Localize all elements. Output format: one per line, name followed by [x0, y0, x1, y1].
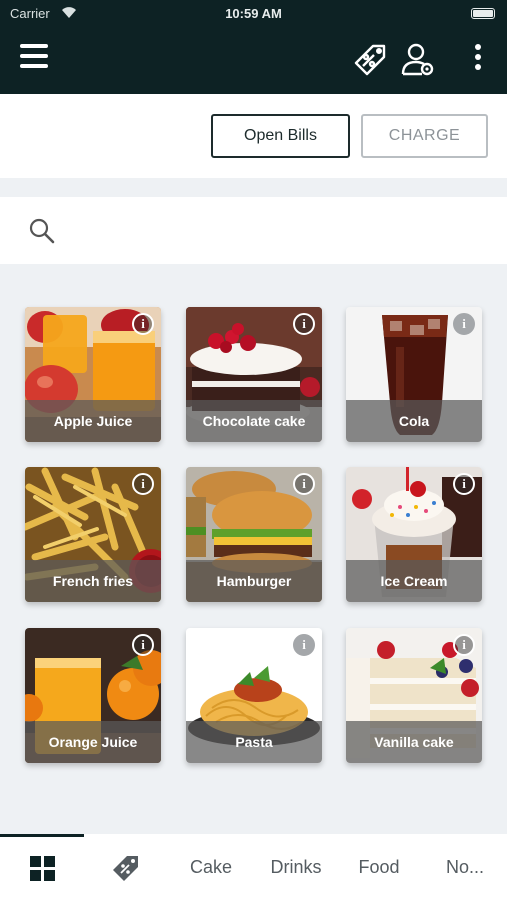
- status-bar: Carrier 10:59 AM: [0, 4, 507, 24]
- action-bar: Open Bills CHARGE: [0, 94, 507, 178]
- product-tile-apple-juice[interactable]: i Apple Juice: [25, 307, 161, 442]
- product-name: French fries: [25, 560, 161, 602]
- search-bar: [0, 197, 507, 264]
- product-grid: i Apple Juice i Chocolate cake i Cola i …: [0, 264, 507, 834]
- info-icon[interactable]: i: [293, 473, 315, 495]
- product-tile-orange-juice[interactable]: i Orange Juice: [25, 628, 161, 763]
- info-icon[interactable]: i: [132, 634, 154, 656]
- info-icon[interactable]: i: [293, 313, 315, 335]
- product-tile-pasta[interactable]: i Pasta: [186, 628, 322, 763]
- product-tile-cola[interactable]: i Cola: [346, 307, 482, 442]
- tab-drinks[interactable]: Drinks: [260, 834, 332, 900]
- info-icon[interactable]: i: [132, 473, 154, 495]
- product-tile-vanilla-cake[interactable]: i Vanilla cake: [346, 628, 482, 763]
- tab-discounts[interactable]: [96, 834, 156, 900]
- tab-more[interactable]: No...: [430, 834, 500, 900]
- product-tile-hamburger[interactable]: i Hamburger: [186, 467, 322, 602]
- info-icon[interactable]: i: [293, 634, 315, 656]
- info-icon[interactable]: i: [132, 313, 154, 335]
- product-name: Hamburger: [186, 560, 322, 602]
- search-icon[interactable]: [28, 217, 56, 245]
- tab-all-items[interactable]: [0, 834, 84, 900]
- menu-icon[interactable]: [20, 44, 50, 76]
- product-name: Chocolate cake: [186, 400, 322, 442]
- product-name: Cola: [346, 400, 482, 442]
- info-icon[interactable]: i: [453, 473, 475, 495]
- product-name: Apple Juice: [25, 400, 161, 442]
- product-name: Vanilla cake: [346, 721, 482, 763]
- discount-tag-icon: [113, 856, 138, 881]
- discount-tag-icon[interactable]: [352, 42, 388, 78]
- battery-icon: [471, 8, 495, 19]
- info-icon[interactable]: i: [453, 313, 475, 335]
- more-vertical-icon[interactable]: [468, 44, 488, 76]
- product-tile-ice-cream[interactable]: i Ice Cream: [346, 467, 482, 602]
- product-tile-french-fries[interactable]: i French fries: [25, 467, 161, 602]
- product-tile-chocolate-cake[interactable]: i Chocolate cake: [186, 307, 322, 442]
- search-input[interactable]: [70, 211, 490, 249]
- open-bills-button[interactable]: Open Bills: [211, 114, 350, 158]
- app-header: Carrier 10:59 AM: [0, 0, 507, 94]
- user-settings-icon[interactable]: [400, 42, 436, 78]
- grid-icon: [30, 856, 55, 881]
- category-tab-bar: Cake Drinks Food No...: [0, 834, 507, 900]
- charge-button[interactable]: CHARGE: [361, 114, 488, 158]
- status-time: 10:59 AM: [225, 6, 282, 21]
- product-name: Pasta: [186, 721, 322, 763]
- product-name: Ice Cream: [346, 560, 482, 602]
- product-name: Orange Juice: [25, 721, 161, 763]
- tab-cake[interactable]: Cake: [176, 834, 246, 900]
- tab-food[interactable]: Food: [346, 834, 412, 900]
- info-icon[interactable]: i: [453, 634, 475, 656]
